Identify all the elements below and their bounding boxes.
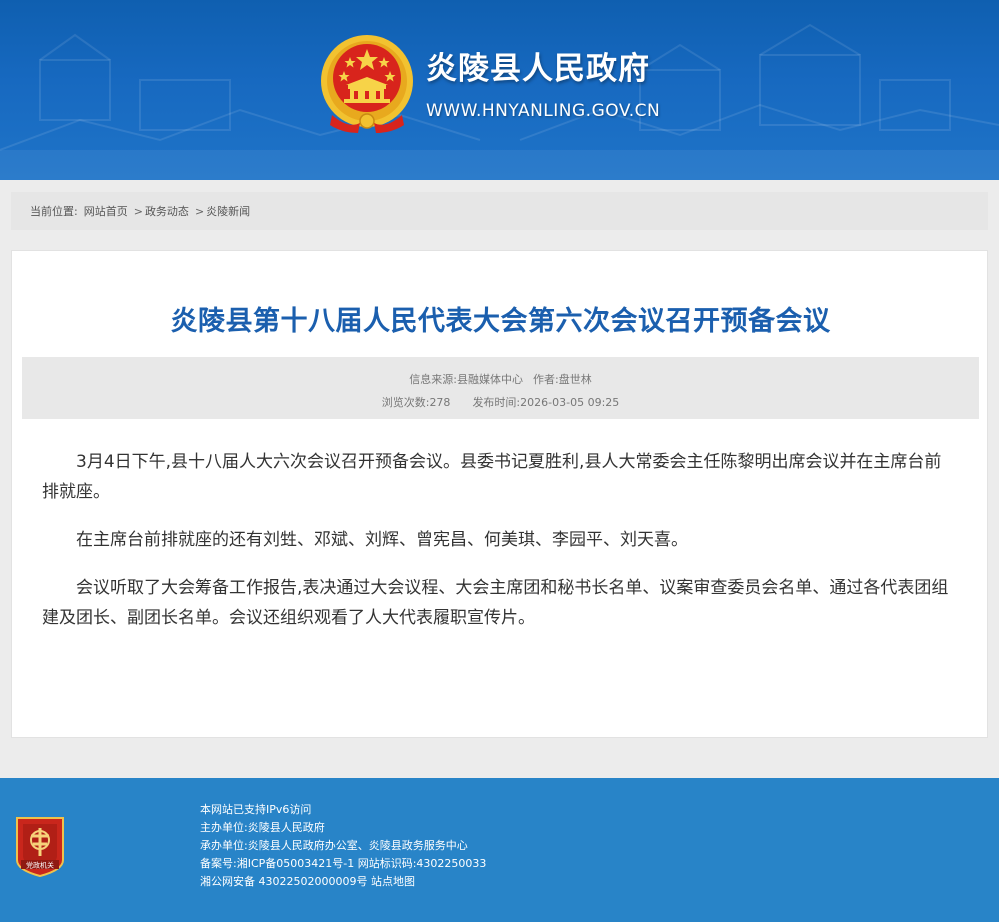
site-url: WWW.HNYANLING.GOV.CN <box>426 101 661 121</box>
date-value: 2026-03-05 09:25 <box>520 396 620 409</box>
breadcrumb-item-news-updates[interactable]: 政务动态 <box>145 203 189 219</box>
date-label: 发布时间: <box>472 396 521 409</box>
breadcrumb-item-home[interactable]: 网站首页 <box>84 203 128 219</box>
author-label: 作者: <box>533 373 559 386</box>
breadcrumb-label: 当前位置: <box>30 205 78 218</box>
author-value: 盘世林 <box>558 373 592 386</box>
article-paragraph: 在主席台前排就座的还有刘甡、邓斌、刘辉、曾宪昌、何美琪、李园平、刘天喜。 <box>76 530 688 550</box>
party-government-badge-icon[interactable]: 党政机关 <box>13 816 67 878</box>
badge-text: 党政机关 <box>26 861 54 870</box>
national-emblem-icon <box>321 35 413 133</box>
views-value: 278 <box>429 396 451 409</box>
site-brand[interactable]: 炎陵县人民政府 WWW.HNYANLING.GOV.CN <box>318 33 660 137</box>
article-title: 炎陵县第十八届人民代表大会第六次会议召开预备会议 <box>170 306 831 337</box>
source-label: 信息来源: <box>409 373 457 386</box>
footer-ipv6-line: 本网站已支持IPv6访问 <box>200 803 312 816</box>
article-paragraph: 3月4日下午,县十八届人大六次会议召开预备会议。县委书记夏胜利,县人大常委会主任… <box>42 452 942 502</box>
breadcrumb-item-yanling-news[interactable]: 炎陵新闻 <box>206 203 250 219</box>
footer-host-line: 主办单位:炎陵县人民政府 <box>200 821 325 834</box>
breadcrumb-separator: > <box>194 204 205 218</box>
article-panel: 炎陵县第十八届人民代表大会第六次会议召开预备会议 信息来源:县融媒体中心 作者:盘… <box>11 250 988 738</box>
source-value: 县融媒体中心 <box>457 373 523 386</box>
views-label: 浏览次数: <box>381 396 430 409</box>
article-paragraph: 会议听取了大会筹备工作报告,表决通过大会议程、大会主席团和秘书长名单、议案审查委… <box>42 578 949 628</box>
site-footer: 党政机关 本网站已支持IPv6访问 主办单位:炎陵县人民政府 承办单位:炎陵县人… <box>0 778 999 922</box>
footer-icp-line[interactable]: 备案号:湘ICP备05003421号-1 网站标识码:4302250033 <box>200 855 486 873</box>
article-body: 3月4日下午,县十八届人大六次会议召开预备会议。县委书记夏胜利,县人大常委会主任… <box>42 447 958 651</box>
breadcrumb: 当前位置: 网站首页 > 政务动态 > 炎陵新闻 <box>11 192 988 230</box>
footer-security-line[interactable]: 湘公网安备 43022502000009号 站点地图 <box>200 873 486 891</box>
site-header: 炎陵县人民政府 WWW.HNYANLING.GOV.CN <box>0 0 999 180</box>
footer-organizer-line: 承办单位:炎陵县人民政府办公室、炎陵县政务服务中心 <box>200 839 468 852</box>
article-meta: 信息来源:县融媒体中心 作者:盘世林 浏览次数:278 发布时间:2026-03-0… <box>22 357 979 419</box>
site-name: 炎陵县人民政府 <box>426 51 650 87</box>
breadcrumb-separator: > <box>133 204 143 218</box>
